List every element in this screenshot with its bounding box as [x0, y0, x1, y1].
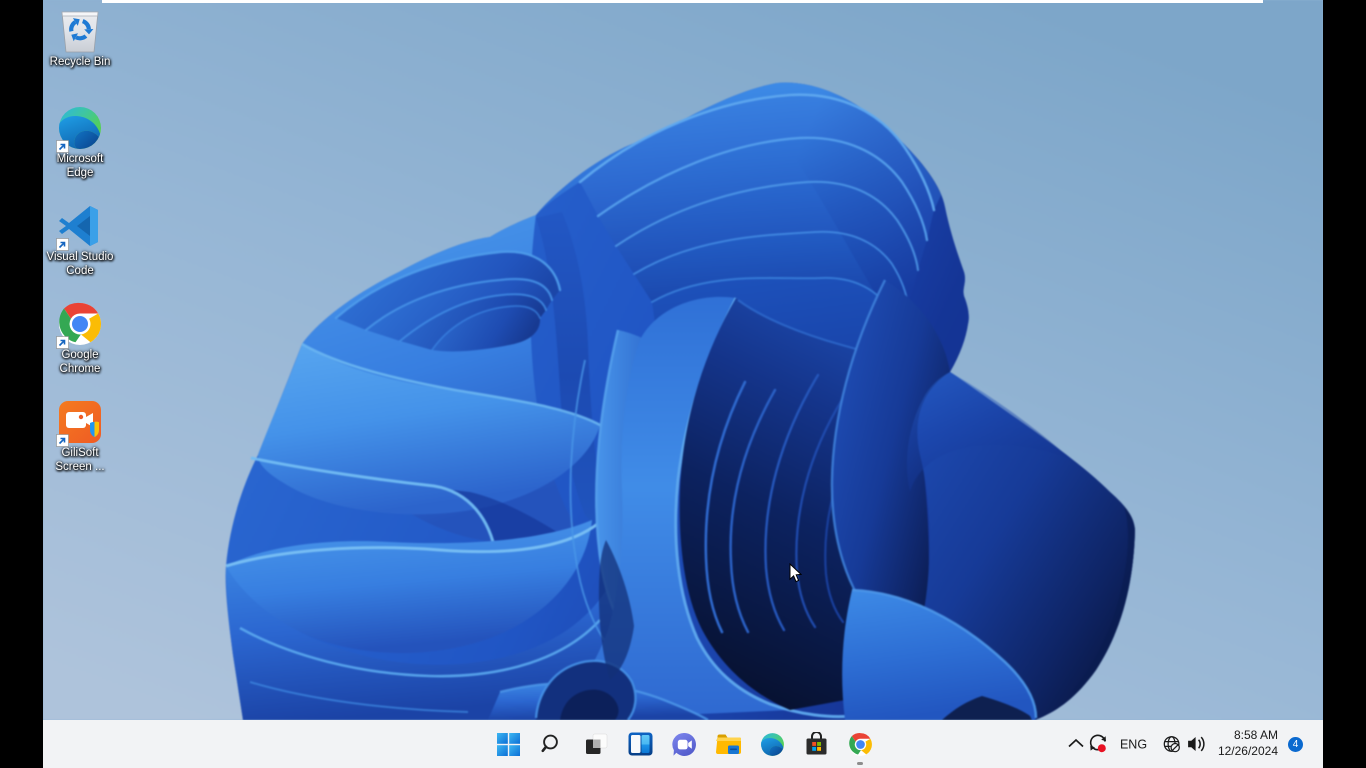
svg-text:ENG: ENG	[1120, 738, 1147, 752]
